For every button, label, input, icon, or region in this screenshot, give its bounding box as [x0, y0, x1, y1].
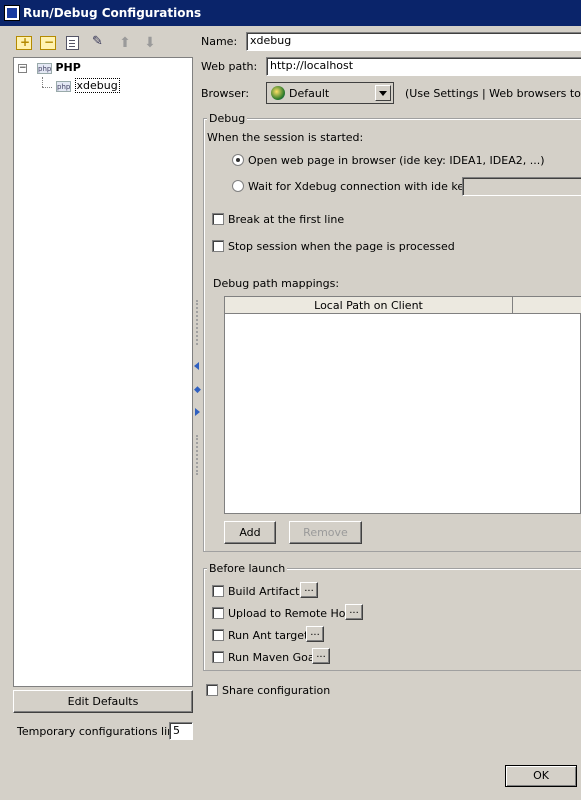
webpath-label: Web path: [201, 60, 258, 73]
name-label: Name: [201, 35, 238, 48]
debug-group-title: Debug [207, 112, 248, 125]
settings-icon[interactable] [91, 34, 107, 50]
run-maven-more-button[interactable]: ... [312, 648, 330, 664]
edit-defaults-button[interactable]: Edit Defaults [13, 690, 193, 713]
window-title: Run/Debug Configurations [23, 6, 202, 20]
php-icon: php [56, 80, 71, 92]
break-first-line-label: Break at the first line [228, 213, 345, 226]
build-artifacts-checkbox[interactable] [212, 585, 224, 597]
temp-limit-label: Temporary configurations limit: [17, 725, 189, 738]
copy-icon[interactable] [66, 36, 79, 50]
tree-item-label: PHP [55, 61, 81, 74]
chevron-down-icon[interactable] [375, 85, 391, 101]
name-field[interactable]: xdebug [246, 32, 581, 51]
configuration-tree[interactable]: − php PHP php xdebug [13, 57, 193, 687]
ok-button[interactable]: OK [505, 765, 577, 787]
wait-connection-radio[interactable] [232, 180, 244, 192]
tree-item-xdebug[interactable]: php xdebug [56, 78, 120, 93]
run-ant-label: Run Ant target [228, 629, 309, 642]
build-artifacts-label: Build Artifacts [228, 585, 306, 598]
break-first-line-checkbox[interactable] [212, 213, 224, 225]
mappings-label: Debug path mappings: [213, 277, 340, 290]
split-icon[interactable]: ◆ [194, 385, 201, 395]
tree-item-label: xdebug [74, 78, 120, 93]
browser-label: Browser: [201, 87, 250, 100]
open-page-radio[interactable] [232, 154, 244, 166]
browser-value: Default [289, 87, 330, 100]
ide-key-field[interactable] [462, 177, 581, 196]
upload-remote-more-button[interactable]: ... [345, 604, 363, 620]
move-down-icon[interactable]: ⬇ [142, 36, 158, 50]
title-bar: Run/Debug Configurations [0, 0, 581, 26]
upload-remote-checkbox[interactable] [212, 607, 224, 619]
before-launch-title: Before launch [207, 562, 288, 575]
stop-session-checkbox[interactable] [212, 240, 224, 252]
run-maven-label: Run Maven Goal [228, 651, 318, 664]
php-icon: php [37, 62, 52, 74]
tree-connector [42, 87, 52, 89]
column-local-path[interactable]: Local Path on Client [225, 297, 513, 314]
browser-hint: (Use Settings | Web browsers to con [405, 87, 581, 100]
build-artifacts-more-button[interactable]: ... [300, 582, 318, 598]
tree-item-php[interactable]: php PHP [37, 61, 81, 75]
tree-expander-icon[interactable]: − [18, 64, 27, 73]
run-ant-checkbox[interactable] [212, 629, 224, 641]
splitter[interactable]: ◆ [194, 345, 201, 435]
temp-limit-field[interactable]: 5 [169, 722, 193, 740]
browser-select[interactable]: Default [266, 82, 394, 104]
path-mappings-table[interactable]: Local Path on Client [224, 296, 581, 514]
open-page-label: Open web page in browser (ide key: IDEA1… [248, 154, 545, 167]
share-config-checkbox[interactable] [206, 684, 218, 696]
add-icon[interactable] [16, 35, 32, 50]
collapse-left-icon[interactable] [194, 362, 199, 370]
collapse-right-icon[interactable] [195, 408, 200, 416]
add-mapping-button[interactable]: Add [224, 521, 276, 544]
session-label: When the session is started: [207, 131, 364, 144]
tree-connector [42, 77, 44, 87]
remove-mapping-button[interactable]: Remove [289, 521, 362, 544]
wait-connection-label: Wait for Xdebug connection with ide key: [248, 180, 474, 193]
webpath-field[interactable]: http://localhost [266, 57, 581, 76]
upload-remote-label: Upload to Remote Host [228, 607, 356, 620]
remove-icon[interactable] [40, 35, 56, 50]
share-config-label: Share configuration [222, 684, 331, 697]
stop-session-label: Stop session when the page is processed [228, 240, 455, 253]
move-up-icon[interactable]: ⬆ [117, 36, 133, 50]
splitter-grip [196, 300, 200, 345]
app-icon [4, 5, 20, 21]
column-remote-path[interactable] [513, 297, 581, 314]
run-ant-more-button[interactable]: ... [306, 626, 324, 642]
run-maven-checkbox[interactable] [212, 651, 224, 663]
splitter-grip [196, 435, 200, 475]
globe-icon [271, 86, 285, 100]
